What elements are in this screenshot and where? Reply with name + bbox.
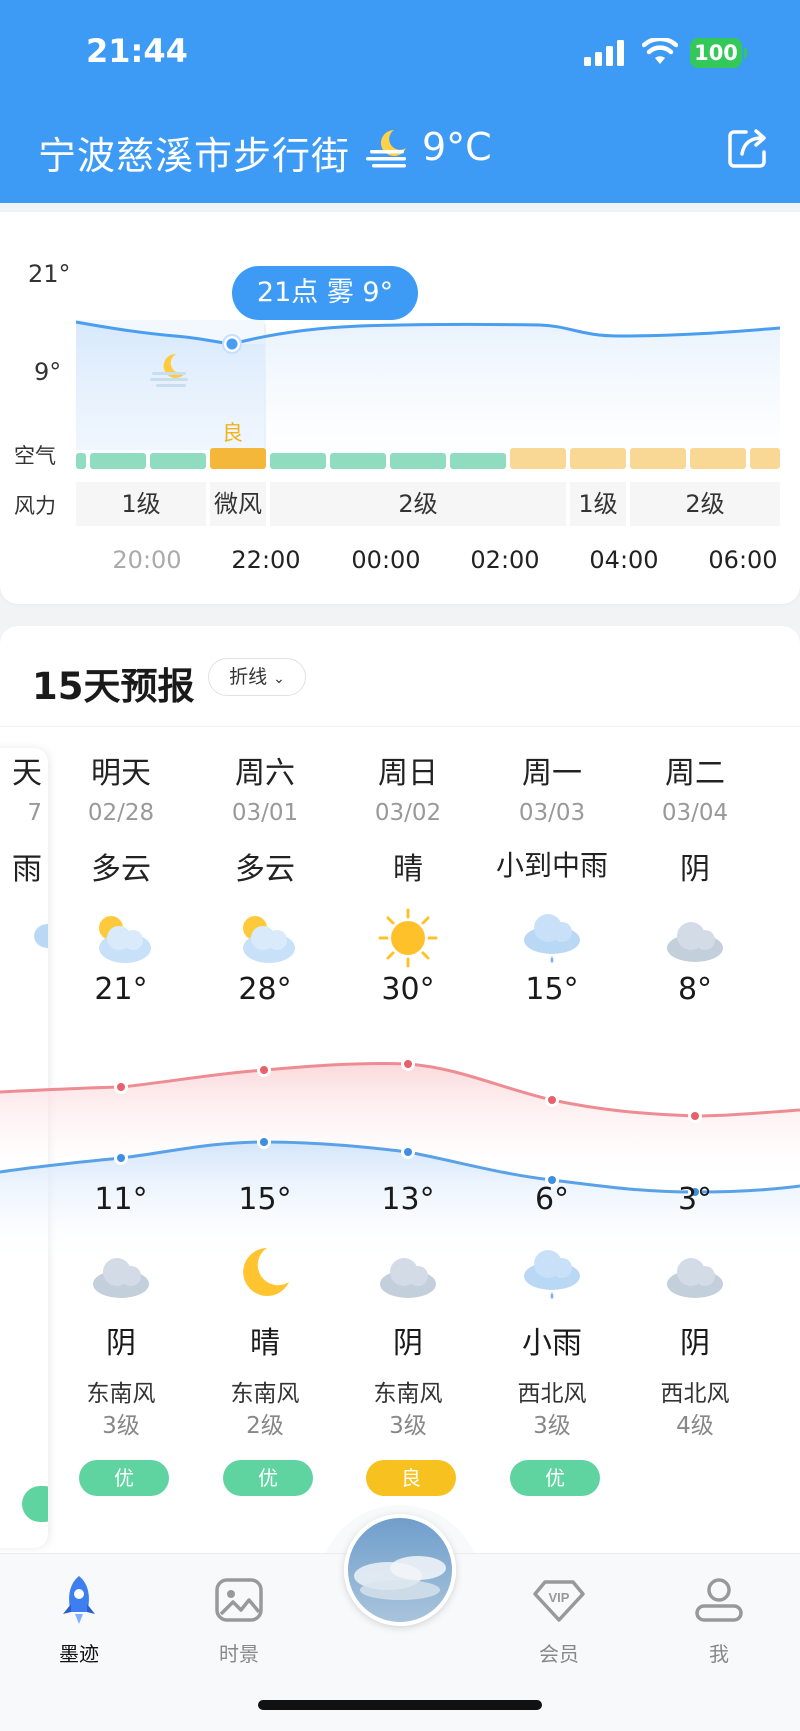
- aq-pill: 优: [223, 1460, 313, 1496]
- wind-cell: 1级: [76, 482, 206, 526]
- wind-level: 3级: [389, 1413, 427, 1439]
- night-weather: 晴: [250, 1326, 280, 1361]
- cloud-icon: [667, 1258, 723, 1298]
- sky-photo-button[interactable]: [344, 1514, 456, 1626]
- day-high-temp: 28°: [238, 972, 292, 1007]
- wind-level: 2级: [246, 1413, 284, 1439]
- hour-label: 22:00: [231, 546, 301, 574]
- moon-icon: [243, 1248, 289, 1296]
- sky-photo-image: [348, 1518, 452, 1622]
- hourly-y-max-label: 21°: [28, 260, 71, 288]
- partly-cloudy-icon: [99, 916, 151, 963]
- wind-level: 4级: [676, 1413, 714, 1439]
- day-weather: 阴: [680, 852, 710, 887]
- day-name: 周六: [235, 756, 295, 791]
- hourly-future-area: [232, 324, 780, 452]
- wind-cell: 2级: [270, 482, 566, 526]
- rocket-icon: [63, 1576, 95, 1624]
- wind-level: 3级: [102, 1413, 140, 1439]
- vip-icon: VIP: [533, 1580, 585, 1622]
- night-low-temp: 6°: [534, 1182, 570, 1217]
- aq-pill: 优: [510, 1460, 600, 1496]
- night-weather: 阴: [106, 1326, 136, 1361]
- cellular-signal-icon: [584, 40, 624, 66]
- hour-label: 06:00: [708, 546, 778, 574]
- day-high-temp: 21°: [94, 972, 148, 1007]
- hour-label: 04:00: [589, 546, 659, 574]
- day-high-temp: 8°: [677, 972, 713, 1007]
- profile-icon: [695, 1578, 743, 1622]
- wind-direction: 西北风: [517, 1381, 587, 1407]
- day-name: 周一: [522, 756, 582, 791]
- day-date: 03/01: [231, 800, 299, 826]
- battery-icon: 100: [690, 38, 747, 68]
- day-weather: 晴: [393, 852, 423, 887]
- share-icon[interactable]: [726, 126, 770, 170]
- tab-label: 会员: [539, 1642, 579, 1666]
- night-low-temp: 13°: [381, 1182, 435, 1217]
- day-high-temp: 15°: [525, 972, 579, 1007]
- cloud-icon: [93, 1258, 149, 1298]
- wind-direction: 西北风: [660, 1381, 730, 1407]
- day-date: 03/03: [518, 800, 586, 826]
- location-title[interactable]: 宁波慈溪市步行街: [38, 125, 350, 180]
- tab-me[interactable]: 我: [664, 1572, 774, 1667]
- night-weather: 阴: [393, 1326, 423, 1361]
- app-header: 21:44 100 宁波慈溪市步行街 9°C: [0, 0, 800, 203]
- day-name: 明天: [91, 756, 151, 791]
- wind-direction: 东南风: [230, 1381, 300, 1407]
- hour-label: 00:00: [351, 546, 421, 574]
- aq-pill: 优: [79, 1460, 169, 1496]
- day-date: 03/04: [661, 800, 729, 826]
- air-quality-current-label: 良: [222, 421, 243, 445]
- tab-vip[interactable]: VIP 会员: [504, 1572, 614, 1667]
- wind-cell: 微风: [210, 482, 266, 526]
- hourly-y-mid-label: 9°: [34, 358, 62, 386]
- svg-text:VIP: VIP: [549, 1590, 570, 1605]
- day-name: 周日: [378, 756, 438, 791]
- night-weather: 小雨: [522, 1326, 582, 1361]
- cloud-icon: [380, 1258, 436, 1298]
- tab-label: 时景: [219, 1642, 259, 1666]
- night-low-temp: 3°: [677, 1182, 713, 1217]
- day-date: 02/28: [87, 800, 155, 826]
- day-weather: 多云: [235, 852, 295, 887]
- wind-level: 3级: [533, 1413, 571, 1439]
- rain-cloud-icon: [524, 914, 580, 963]
- sun-icon: [378, 908, 438, 968]
- wind-row-label: 风力: [14, 494, 56, 518]
- night-low-temp: 11°: [94, 1182, 148, 1217]
- day-weather: 多云: [91, 852, 151, 887]
- rain-cloud-icon: [524, 1250, 580, 1299]
- photo-icon: [215, 1578, 263, 1622]
- hour-label: 02:00: [470, 546, 540, 574]
- wind-cell: 2级: [630, 482, 780, 526]
- fog-night-icon: [366, 130, 406, 168]
- cloud-icon: [667, 922, 723, 962]
- hour-label: 20:00: [112, 546, 182, 574]
- day-high-temp: 30°: [381, 972, 435, 1007]
- hourly-tooltip: 21点 雾 9°: [232, 266, 418, 320]
- aq-pill: 良: [366, 1460, 456, 1496]
- tab-shijing[interactable]: 时景: [184, 1572, 294, 1667]
- night-low-temp: 15°: [238, 1182, 292, 1217]
- day-name: 周二: [665, 756, 725, 791]
- hourly-forecast-card: 21° 9° 21点 雾 9° 良 空气 风力 1级 微风 2级 1级 2级 2…: [0, 212, 800, 604]
- day-date: 03/02: [374, 800, 442, 826]
- air-quality-row-label: 空气: [14, 444, 56, 468]
- tab-moji[interactable]: 墨迹: [24, 1572, 134, 1667]
- wind-cell: 1级: [570, 482, 626, 526]
- partly-cloudy-icon: [243, 916, 295, 963]
- tab-label: 墨迹: [59, 1642, 99, 1666]
- status-time: 21:44: [86, 32, 188, 70]
- wifi-icon: [642, 38, 678, 64]
- home-indicator: [258, 1700, 542, 1710]
- night-weather: 阴: [680, 1326, 710, 1361]
- day-weather: 小到中雨: [495, 849, 608, 882]
- tab-label: 我: [709, 1642, 729, 1666]
- wind-direction: 东南风: [86, 1381, 156, 1407]
- current-temperature: 9°C: [422, 125, 492, 169]
- wind-direction: 东南风: [373, 1381, 443, 1407]
